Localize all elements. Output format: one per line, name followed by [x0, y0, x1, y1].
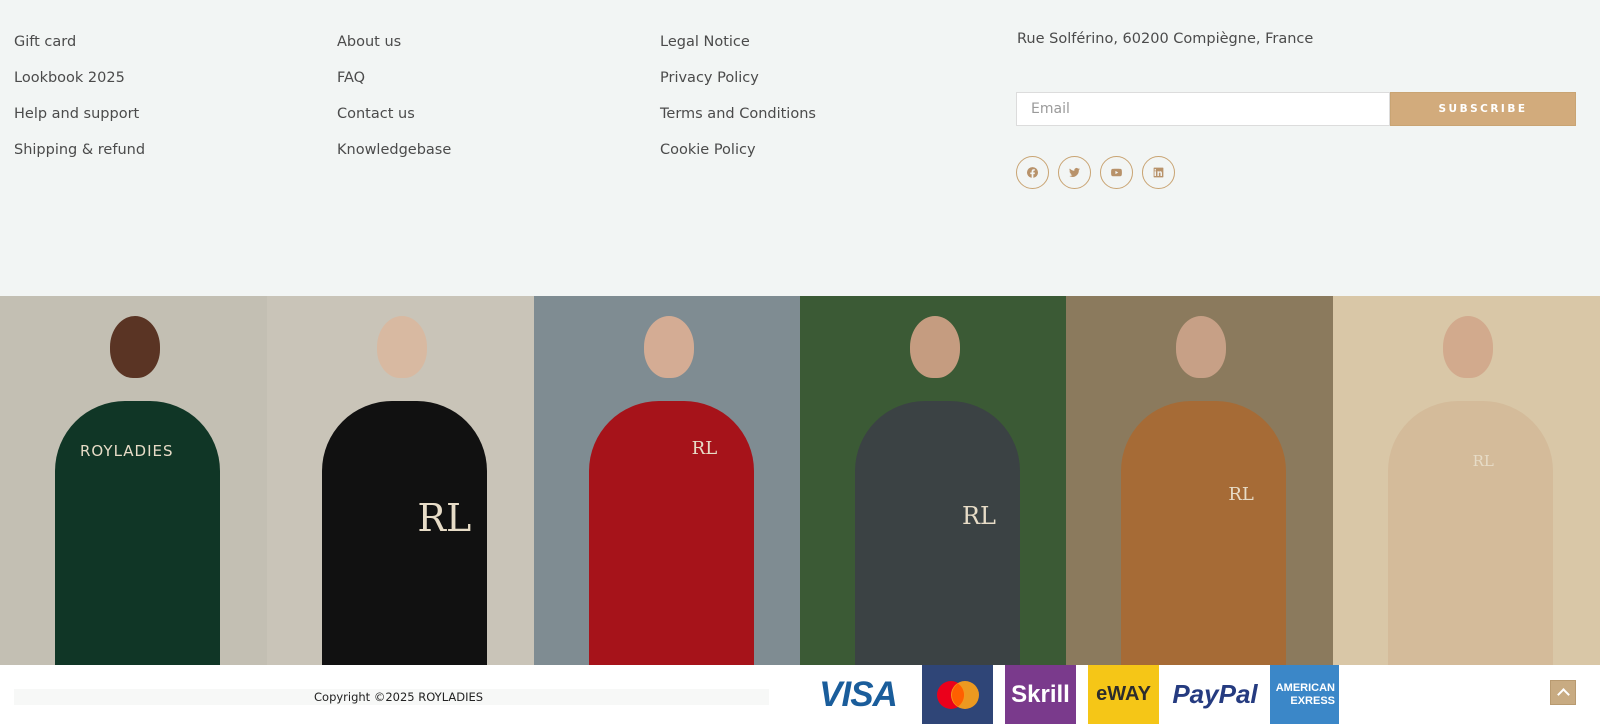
eway-logo: eWAY	[1088, 665, 1159, 724]
model-head	[643, 316, 694, 378]
facebook-icon[interactable]	[1016, 156, 1049, 189]
lookbook-gallery: ROYLADIES RL RL RL RL RL	[0, 296, 1600, 665]
footer-link-gift-card[interactable]: Gift card	[14, 30, 145, 66]
brand-monogram: RL	[1228, 484, 1254, 505]
amex-line-1: AMERICAN	[1275, 681, 1335, 694]
model-head	[1176, 316, 1227, 378]
brand-monogram: RL	[961, 502, 996, 530]
footer-link-knowledgebase[interactable]: Knowledgebase	[337, 138, 451, 174]
model-outfit	[588, 401, 754, 665]
skrill-logo: Skrill	[1005, 665, 1076, 724]
gallery-image-6[interactable]: RL	[1332, 296, 1600, 665]
scroll-to-top-button[interactable]	[1550, 680, 1576, 705]
model-outfit	[854, 401, 1020, 665]
bottom-bar: Copyright ©2025 ROYLADIES VISA Skrill eW…	[0, 665, 1600, 724]
footer-link-help[interactable]: Help and support	[14, 102, 145, 138]
footer-link-lookbook[interactable]: Lookbook 2025	[14, 66, 145, 102]
youtube-icon[interactable]	[1100, 156, 1133, 189]
footer-address: Rue Solférino, 60200 Compiègne, France	[1017, 31, 1314, 47]
model-head	[909, 316, 960, 378]
copyright-text: Copyright ©2025 ROYLADIES	[314, 690, 484, 704]
footer-link-about[interactable]: About us	[337, 30, 451, 66]
amex-logo: AMERICAN EXRESS	[1270, 665, 1339, 724]
gallery-image-4[interactable]: RL	[799, 296, 1067, 665]
footer-link-terms[interactable]: Terms and Conditions	[660, 102, 816, 138]
model-head	[377, 316, 428, 378]
gallery-image-5[interactable]: RL	[1066, 296, 1333, 665]
model-head	[1442, 316, 1493, 378]
brand-monogram: RL	[417, 496, 472, 540]
model-outfit	[1121, 401, 1287, 665]
footer-link-legal-notice[interactable]: Legal Notice	[660, 30, 816, 66]
gallery-image-1[interactable]: ROYLADIES	[0, 296, 268, 665]
twitter-icon[interactable]	[1058, 156, 1091, 189]
model-outfit	[55, 401, 220, 665]
model-head	[110, 316, 160, 378]
subscribe-button[interactable]: SUBSCRIBE	[1390, 92, 1576, 126]
social-links	[1016, 156, 1175, 189]
newsletter-email-input[interactable]	[1016, 92, 1390, 126]
paypal-logo: PayPal	[1172, 679, 1258, 709]
chevron-up-icon	[1556, 688, 1570, 701]
visa-logo: VISA	[819, 674, 898, 714]
footer-link-contact[interactable]: Contact us	[337, 102, 451, 138]
footer-link-cookies[interactable]: Cookie Policy	[660, 138, 816, 174]
brand-monogram: RL	[691, 438, 718, 459]
footer-link-faq[interactable]: FAQ	[337, 66, 451, 102]
footer-link-privacy[interactable]: Privacy Policy	[660, 66, 816, 102]
footer-column-company: About us FAQ Contact us Knowledgebase	[337, 30, 451, 174]
amex-line-2: EXRESS	[1290, 694, 1335, 707]
footer-link-shipping[interactable]: Shipping & refund	[14, 138, 145, 174]
model-outfit	[1387, 401, 1553, 665]
gallery-image-3[interactable]: RL	[533, 296, 800, 665]
footer-column-shop: Gift card Lookbook 2025 Help and support…	[14, 30, 145, 174]
brand-text: ROYLADIES	[80, 442, 174, 460]
footer-top: Gift card Lookbook 2025 Help and support…	[0, 0, 1600, 296]
gallery-image-2[interactable]: RL	[267, 296, 534, 665]
mastercard-logo	[922, 665, 993, 724]
footer-column-legal: Legal Notice Privacy Policy Terms and Co…	[660, 30, 816, 174]
linkedin-icon[interactable]	[1142, 156, 1175, 189]
payment-methods: VISA Skrill eWAY PayPal AMERICAN EXRESS	[795, 665, 1600, 724]
brand-monogram: RL	[1472, 452, 1494, 470]
